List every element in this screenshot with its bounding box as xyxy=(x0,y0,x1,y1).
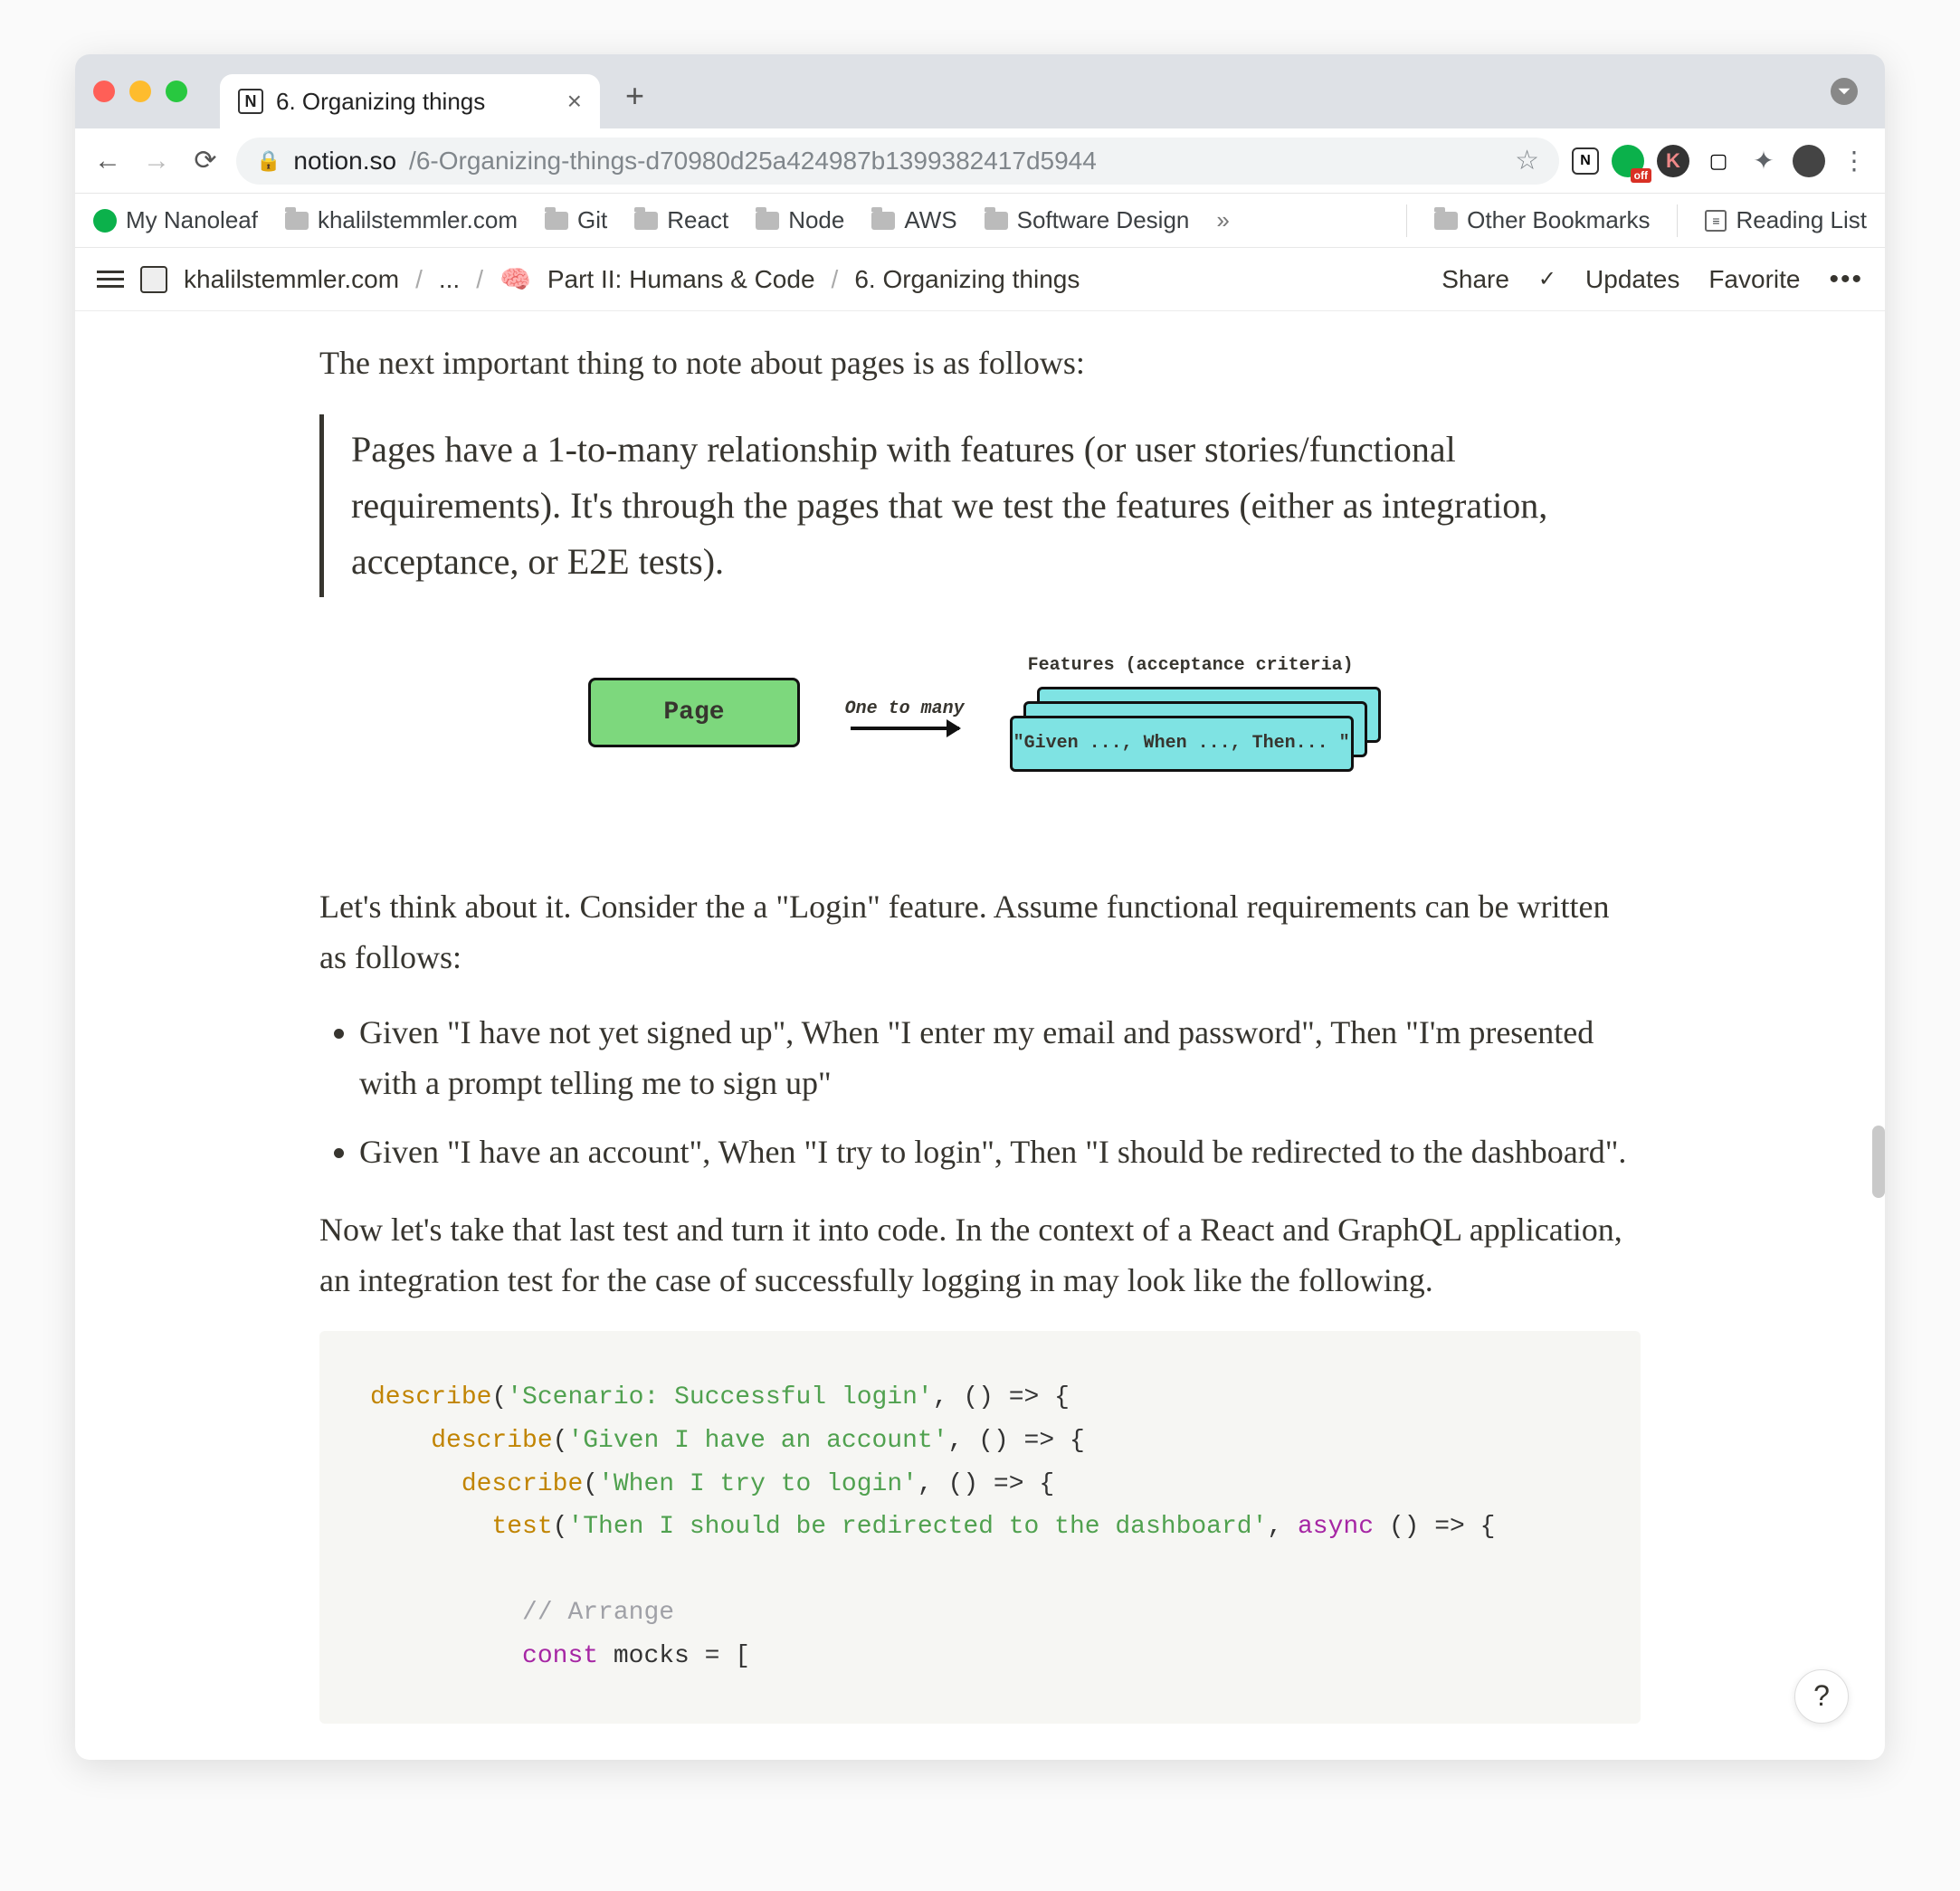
reading-list-icon: ≡ xyxy=(1705,210,1727,232)
reading-list-button[interactable]: ≡ Reading List xyxy=(1705,206,1867,234)
updates-button[interactable]: Updates xyxy=(1585,265,1679,294)
paragraph: The next important thing to note about p… xyxy=(319,338,1641,389)
url-path: /6-Organizing-things-d70980d25a424987b13… xyxy=(409,147,1097,176)
tab-close-icon[interactable]: × xyxy=(567,87,582,116)
breadcrumb-root[interactable]: khalilstemmler.com xyxy=(184,265,399,294)
bookmark-label: My Nanoleaf xyxy=(126,206,258,234)
folder-icon xyxy=(1434,212,1458,230)
bookmark-item[interactable]: My Nanoleaf xyxy=(93,206,258,234)
bookmark-label: AWS xyxy=(904,206,956,234)
bookmark-item[interactable]: Software Design xyxy=(985,206,1190,234)
folder-icon xyxy=(545,212,568,230)
folder-icon xyxy=(985,212,1008,230)
diagram-page-box: Page xyxy=(588,678,799,747)
sidebar-toggle-icon[interactable] xyxy=(97,271,124,288)
bookmark-label: Other Bookmarks xyxy=(1467,206,1650,234)
separator xyxy=(1406,204,1407,237)
list-item: Given "I have an account", When "I try t… xyxy=(359,1127,1641,1178)
forward-button[interactable]: → xyxy=(138,143,175,179)
bookmark-item[interactable]: Git xyxy=(545,206,607,234)
lock-icon: 🔒 xyxy=(256,149,281,173)
breadcrumb-separator: / xyxy=(476,265,483,294)
tab-title: 6. Organizing things xyxy=(276,88,485,116)
folder-icon xyxy=(756,212,779,230)
bookmark-label: Node xyxy=(788,206,844,234)
window-controls xyxy=(93,81,187,102)
folder-icon xyxy=(634,212,658,230)
browser-tab[interactable]: N 6. Organizing things × xyxy=(220,74,600,128)
breadcrumb-current[interactable]: 6. Organizing things xyxy=(854,265,1080,294)
back-button[interactable]: ← xyxy=(90,143,126,179)
bookmarks-bar: My Nanoleaf khalilstemmler.com Git React… xyxy=(75,194,1885,248)
bookmark-item[interactable]: React xyxy=(634,206,728,234)
diagram-features: Features (acceptance criteria) "Given ..… xyxy=(1010,651,1372,774)
page-icon xyxy=(140,266,167,293)
notion-topbar: khalilstemmler.com / ... / 🧠 Part II: Hu… xyxy=(75,248,1885,311)
tab-strip: N 6. Organizing things × + xyxy=(75,54,1885,128)
bookmark-label: React xyxy=(667,206,728,234)
paragraph: Now let's take that last test and turn i… xyxy=(319,1205,1641,1307)
window-minimize-button[interactable] xyxy=(129,81,151,102)
chrome-menu-icon[interactable]: ⋮ xyxy=(1838,145,1870,177)
folder-icon xyxy=(285,212,309,230)
other-bookmarks-button[interactable]: Other Bookmarks xyxy=(1434,206,1650,234)
updates-check-icon: ✓ xyxy=(1538,266,1556,292)
tab-search-button[interactable] xyxy=(1831,78,1858,105)
bookmark-item[interactable]: AWS xyxy=(871,206,956,234)
breadcrumb-parent-emoji: 🧠 xyxy=(500,264,531,294)
extensions-menu-icon[interactable]: ✦ xyxy=(1747,145,1780,177)
page-more-icon[interactable]: ••• xyxy=(1829,264,1863,295)
breadcrumb-separator: / xyxy=(832,265,839,294)
extension-k-icon[interactable]: K xyxy=(1657,145,1689,177)
code-block: describe('Scenario: Successful login', (… xyxy=(319,1331,1641,1723)
bookmark-item[interactable]: khalilstemmler.com xyxy=(285,206,518,234)
favorite-button[interactable]: Favorite xyxy=(1708,265,1800,294)
browser-window: N 6. Organizing things × + ← → ⟳ 🔒 notio… xyxy=(75,54,1885,1760)
notion-favicon: N xyxy=(238,89,263,114)
diagram-feature-card: "Given ..., When ..., Then... " xyxy=(1010,716,1354,772)
extension-generic-icon[interactable]: ▢ xyxy=(1702,145,1735,177)
breadcrumb-ellipsis[interactable]: ... xyxy=(439,265,460,294)
url-host: notion.so xyxy=(293,147,396,176)
page-content: The next important thing to note about p… xyxy=(75,311,1885,1760)
toolbar: ← → ⟳ 🔒 notion.so/6-Organizing-things-d7… xyxy=(75,128,1885,194)
scrollbar-thumb[interactable] xyxy=(1872,1126,1885,1198)
bookmark-label: khalilstemmler.com xyxy=(318,206,518,234)
reload-button[interactable]: ⟳ xyxy=(187,143,224,179)
blockquote: Pages have a 1-to-many relationship with… xyxy=(319,414,1641,597)
bookmark-item[interactable]: Node xyxy=(756,206,844,234)
bookmark-label: Software Design xyxy=(1017,206,1190,234)
bookmark-label: Reading List xyxy=(1736,206,1867,234)
bookmarks-overflow-button[interactable]: » xyxy=(1216,206,1229,234)
breadcrumb-parent[interactable]: Part II: Humans & Code xyxy=(547,265,815,294)
window-maximize-button[interactable] xyxy=(166,81,187,102)
nanoleaf-icon xyxy=(93,209,117,233)
bullet-list: Given "I have not yet signed up", When "… xyxy=(319,1008,1641,1177)
extension-notion-icon[interactable]: N xyxy=(1572,147,1599,175)
share-button[interactable]: Share xyxy=(1441,265,1509,294)
extension-grammarly-icon[interactable]: off xyxy=(1612,145,1644,177)
diagram: Page One to many Features (acceptance cr… xyxy=(319,651,1641,774)
separator xyxy=(1677,204,1678,237)
diagram-arrow: One to many xyxy=(845,695,965,730)
list-item: Given "I have not yet signed up", When "… xyxy=(359,1008,1641,1109)
bookmark-label: Git xyxy=(577,206,607,234)
folder-icon xyxy=(871,212,895,230)
address-bar[interactable]: 🔒 notion.so/6-Organizing-things-d70980d2… xyxy=(236,138,1559,185)
paragraph: Let's think about it. Consider the a "Lo… xyxy=(319,882,1641,984)
help-button[interactable]: ? xyxy=(1794,1669,1849,1724)
profile-avatar[interactable] xyxy=(1793,145,1825,177)
breadcrumb-separator: / xyxy=(415,265,423,294)
new-tab-button[interactable]: + xyxy=(625,77,644,115)
extension-off-badge: off xyxy=(1631,168,1651,183)
diagram-features-label: Features (acceptance criteria) xyxy=(1028,651,1354,679)
window-close-button[interactable] xyxy=(93,81,115,102)
bookmark-star-icon[interactable]: ☆ xyxy=(1515,145,1539,176)
